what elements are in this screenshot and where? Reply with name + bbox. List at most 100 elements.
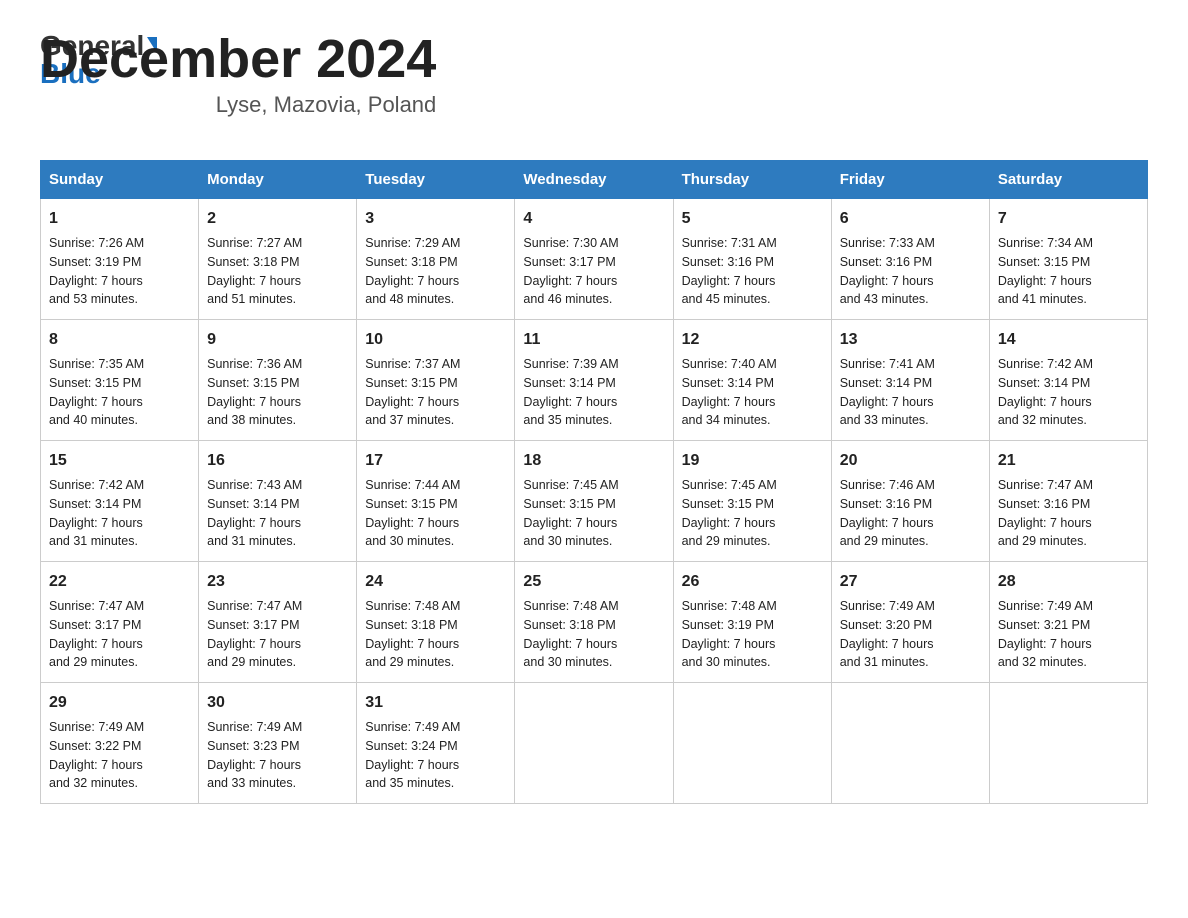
daylight-label: Daylight: 7 hours	[207, 516, 301, 530]
title-block: December 2024 Lyse, Mazovia, Poland	[40, 28, 436, 118]
daylight-minutes: and 32 minutes.	[998, 655, 1087, 669]
calendar-cell: 3 Sunrise: 7:29 AM Sunset: 3:18 PM Dayli…	[357, 199, 515, 320]
sunrise-label: Sunrise: 7:34 AM	[998, 236, 1093, 250]
day-number: 28	[998, 570, 1139, 594]
daylight-label: Daylight: 7 hours	[840, 516, 934, 530]
day-number: 2	[207, 207, 348, 231]
sunrise-label: Sunrise: 7:47 AM	[49, 599, 144, 613]
daylight-minutes: and 51 minutes.	[207, 292, 296, 306]
sunset-label: Sunset: 3:15 PM	[682, 497, 774, 511]
day-number: 16	[207, 449, 348, 473]
daylight-label: Daylight: 7 hours	[49, 637, 143, 651]
sunset-label: Sunset: 3:14 PM	[840, 376, 932, 390]
day-number: 3	[365, 207, 506, 231]
daylight-label: Daylight: 7 hours	[49, 274, 143, 288]
col-thursday: Thursday	[673, 161, 831, 199]
day-number: 4	[523, 207, 664, 231]
sunrise-label: Sunrise: 7:49 AM	[365, 720, 460, 734]
daylight-label: Daylight: 7 hours	[207, 395, 301, 409]
sunset-label: Sunset: 3:24 PM	[365, 739, 457, 753]
day-number: 7	[998, 207, 1139, 231]
calendar-cell: 6 Sunrise: 7:33 AM Sunset: 3:16 PM Dayli…	[831, 199, 989, 320]
daylight-minutes: and 30 minutes.	[365, 534, 454, 548]
sunrise-label: Sunrise: 7:33 AM	[840, 236, 935, 250]
daylight-label: Daylight: 7 hours	[523, 516, 617, 530]
daylight-label: Daylight: 7 hours	[840, 395, 934, 409]
sunset-label: Sunset: 3:16 PM	[682, 255, 774, 269]
daylight-label: Daylight: 7 hours	[365, 516, 459, 530]
daylight-minutes: and 41 minutes.	[998, 292, 1087, 306]
sunrise-label: Sunrise: 7:35 AM	[49, 357, 144, 371]
calendar-header-row: Sunday Monday Tuesday Wednesday Thursday…	[41, 161, 1148, 199]
sunrise-label: Sunrise: 7:26 AM	[49, 236, 144, 250]
daylight-minutes: and 45 minutes.	[682, 292, 771, 306]
sunset-label: Sunset: 3:17 PM	[207, 618, 299, 632]
day-number: 8	[49, 328, 190, 352]
calendar-cell	[831, 683, 989, 804]
daylight-minutes: and 29 minutes.	[998, 534, 1087, 548]
sunset-label: Sunset: 3:21 PM	[998, 618, 1090, 632]
sunset-label: Sunset: 3:16 PM	[840, 255, 932, 269]
daylight-minutes: and 37 minutes.	[365, 413, 454, 427]
daylight-label: Daylight: 7 hours	[523, 637, 617, 651]
daylight-label: Daylight: 7 hours	[365, 758, 459, 772]
sunrise-label: Sunrise: 7:27 AM	[207, 236, 302, 250]
calendar-cell: 31 Sunrise: 7:49 AM Sunset: 3:24 PM Dayl…	[357, 683, 515, 804]
daylight-label: Daylight: 7 hours	[365, 395, 459, 409]
sunset-label: Sunset: 3:18 PM	[523, 618, 615, 632]
day-number: 5	[682, 207, 823, 231]
day-number: 6	[840, 207, 981, 231]
calendar-cell: 10 Sunrise: 7:37 AM Sunset: 3:15 PM Dayl…	[357, 320, 515, 441]
col-saturday: Saturday	[989, 161, 1147, 199]
daylight-minutes: and 35 minutes.	[523, 413, 612, 427]
sunrise-label: Sunrise: 7:47 AM	[207, 599, 302, 613]
calendar-cell: 18 Sunrise: 7:45 AM Sunset: 3:15 PM Dayl…	[515, 441, 673, 562]
sunrise-label: Sunrise: 7:48 AM	[365, 599, 460, 613]
daylight-minutes: and 33 minutes.	[207, 776, 296, 790]
daylight-minutes: and 43 minutes.	[840, 292, 929, 306]
sunrise-label: Sunrise: 7:48 AM	[523, 599, 618, 613]
sunset-label: Sunset: 3:20 PM	[840, 618, 932, 632]
sunset-label: Sunset: 3:23 PM	[207, 739, 299, 753]
day-number: 18	[523, 449, 664, 473]
day-number: 10	[365, 328, 506, 352]
calendar-cell: 15 Sunrise: 7:42 AM Sunset: 3:14 PM Dayl…	[41, 441, 199, 562]
daylight-minutes: and 46 minutes.	[523, 292, 612, 306]
daylight-label: Daylight: 7 hours	[365, 637, 459, 651]
day-number: 13	[840, 328, 981, 352]
daylight-label: Daylight: 7 hours	[998, 516, 1092, 530]
sunset-label: Sunset: 3:14 PM	[523, 376, 615, 390]
sunrise-label: Sunrise: 7:46 AM	[840, 478, 935, 492]
day-number: 9	[207, 328, 348, 352]
col-monday: Monday	[199, 161, 357, 199]
daylight-label: Daylight: 7 hours	[998, 637, 1092, 651]
daylight-minutes: and 29 minutes.	[840, 534, 929, 548]
sunset-label: Sunset: 3:15 PM	[523, 497, 615, 511]
sunrise-label: Sunrise: 7:43 AM	[207, 478, 302, 492]
calendar-cell: 22 Sunrise: 7:47 AM Sunset: 3:17 PM Dayl…	[41, 562, 199, 683]
sunset-label: Sunset: 3:16 PM	[998, 497, 1090, 511]
calendar-cell: 29 Sunrise: 7:49 AM Sunset: 3:22 PM Dayl…	[41, 683, 199, 804]
daylight-label: Daylight: 7 hours	[523, 395, 617, 409]
day-number: 17	[365, 449, 506, 473]
sunrise-label: Sunrise: 7:42 AM	[998, 357, 1093, 371]
calendar-table: Sunday Monday Tuesday Wednesday Thursday…	[40, 160, 1148, 804]
daylight-label: Daylight: 7 hours	[49, 395, 143, 409]
daylight-label: Daylight: 7 hours	[49, 758, 143, 772]
daylight-minutes: and 29 minutes.	[682, 534, 771, 548]
sunrise-label: Sunrise: 7:39 AM	[523, 357, 618, 371]
daylight-label: Daylight: 7 hours	[998, 274, 1092, 288]
sunrise-label: Sunrise: 7:48 AM	[682, 599, 777, 613]
calendar-cell: 16 Sunrise: 7:43 AM Sunset: 3:14 PM Dayl…	[199, 441, 357, 562]
calendar-cell: 24 Sunrise: 7:48 AM Sunset: 3:18 PM Dayl…	[357, 562, 515, 683]
sunrise-label: Sunrise: 7:41 AM	[840, 357, 935, 371]
calendar-cell	[673, 683, 831, 804]
daylight-label: Daylight: 7 hours	[682, 395, 776, 409]
sunrise-label: Sunrise: 7:36 AM	[207, 357, 302, 371]
daylight-minutes: and 53 minutes.	[49, 292, 138, 306]
sunset-label: Sunset: 3:19 PM	[682, 618, 774, 632]
calendar-cell: 27 Sunrise: 7:49 AM Sunset: 3:20 PM Dayl…	[831, 562, 989, 683]
daylight-minutes: and 30 minutes.	[523, 655, 612, 669]
day-number: 27	[840, 570, 981, 594]
daylight-label: Daylight: 7 hours	[998, 395, 1092, 409]
